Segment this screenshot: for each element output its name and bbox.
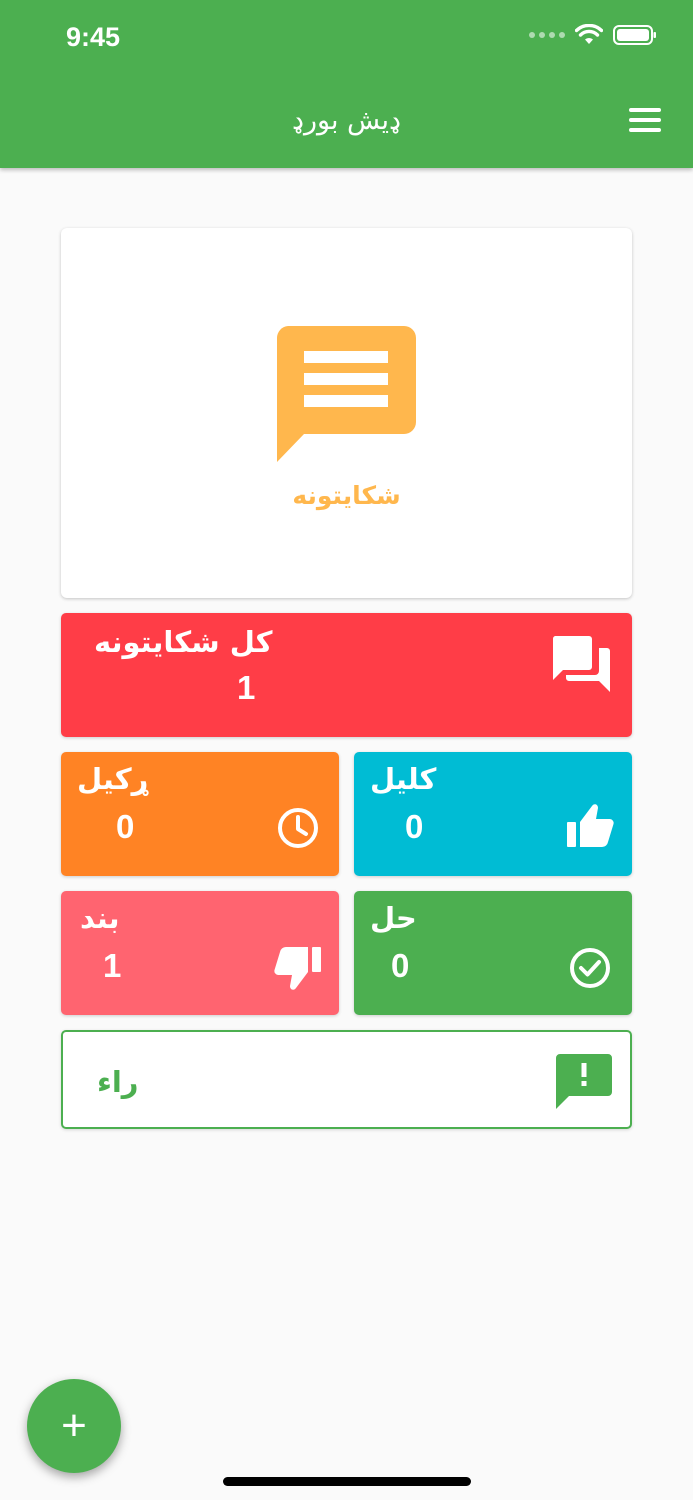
closed-label: بند bbox=[80, 901, 120, 935]
menu-icon[interactable] bbox=[629, 108, 661, 134]
all-complaints-count: 1 bbox=[237, 669, 256, 706]
opinion-button[interactable]: راء bbox=[61, 1030, 632, 1129]
feedback-icon bbox=[556, 1054, 612, 1109]
seen-label: کلیل bbox=[370, 762, 437, 796]
check-circle-icon bbox=[570, 948, 610, 988]
status-time: 9:45 bbox=[66, 22, 121, 52]
seen-count: 0 bbox=[405, 808, 424, 845]
opinion-label: راء bbox=[97, 1065, 139, 1099]
clock-icon bbox=[278, 808, 318, 848]
all-complaints-label: کل شکایتونه bbox=[94, 625, 273, 659]
add-icon: + bbox=[61, 1401, 87, 1450]
thumb-up-icon bbox=[567, 804, 614, 848]
forum-icon bbox=[552, 636, 610, 692]
status-icons bbox=[529, 24, 657, 46]
pending-count: 0 bbox=[116, 808, 135, 845]
closed-tile[interactable]: بند 1 bbox=[61, 891, 339, 1015]
complaints-card-label: شکایتونه bbox=[292, 481, 401, 510]
pending-label: ړکيل bbox=[77, 762, 149, 796]
thumb-down-icon bbox=[274, 946, 321, 990]
solved-tile[interactable]: حل 0 bbox=[354, 891, 632, 1015]
all-complaints-tile[interactable]: کل شکایتونه 1 bbox=[61, 613, 632, 737]
pending-tile[interactable]: ړکيل 0 bbox=[61, 752, 339, 876]
home-indicator bbox=[223, 1477, 471, 1486]
chat-message-icon bbox=[276, 326, 416, 462]
battery-icon bbox=[613, 25, 656, 45]
signal-icon bbox=[529, 32, 565, 38]
app-bar: 9:45 ډیش بورډ bbox=[0, 0, 693, 168]
add-button[interactable]: + bbox=[27, 1379, 121, 1473]
complaints-card[interactable]: شکایتونه bbox=[61, 228, 632, 598]
page-title: ډیش بورډ bbox=[291, 105, 402, 136]
wifi-icon bbox=[575, 24, 603, 44]
solved-count: 0 bbox=[391, 947, 410, 984]
solved-label: حل bbox=[370, 901, 417, 935]
closed-count: 1 bbox=[103, 947, 122, 984]
seen-tile[interactable]: کلیل 0 bbox=[354, 752, 632, 876]
